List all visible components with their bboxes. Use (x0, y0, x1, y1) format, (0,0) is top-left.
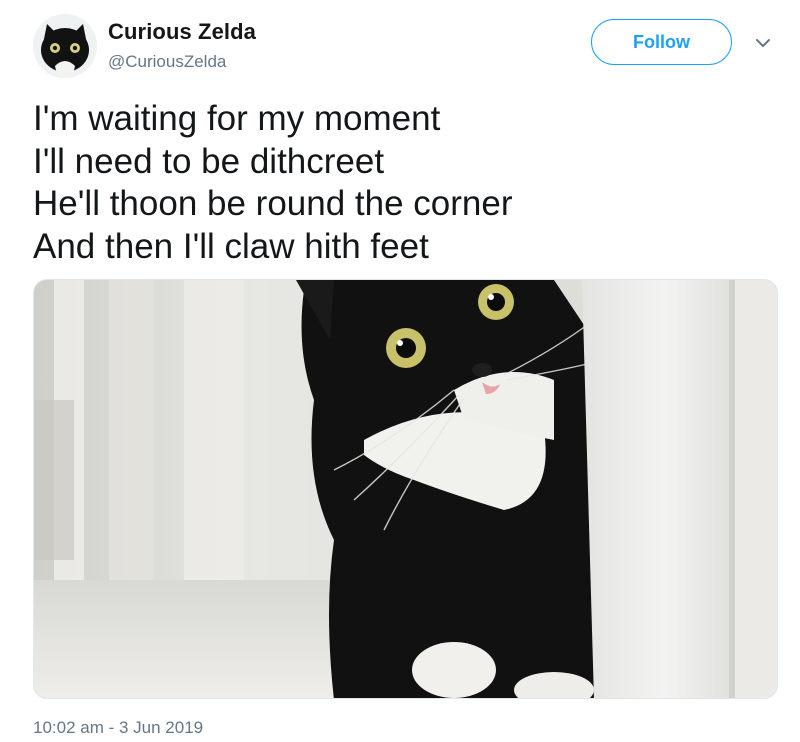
tweet-card: Curious Zelda @CuriousZelda Follow I'm w… (0, 0, 800, 742)
tweet-text-line: I'll need to be dithcreet (33, 141, 385, 181)
display-name[interactable]: Curious Zelda (108, 19, 256, 45)
chevron-down-icon[interactable] (754, 36, 772, 50)
cat-photo-image (34, 280, 777, 698)
follow-button[interactable]: Follow (591, 19, 732, 65)
avatar[interactable] (33, 14, 97, 78)
user-handle[interactable]: @CuriousZelda (108, 52, 226, 72)
tweet-text-line: I'm waiting for my moment (33, 99, 441, 138)
timestamp[interactable]: 10:02 am - 3 Jun 2019 (33, 718, 203, 738)
cat-avatar-image (33, 14, 97, 78)
tweet-text-line: He'll thoon be round the corner (33, 184, 513, 223)
tweet-text-line: And then I'll claw hith feet (33, 226, 429, 266)
tweet-text: I'm waiting for my moment I'll need to b… (33, 98, 773, 268)
tweet-photo[interactable] (33, 279, 778, 699)
